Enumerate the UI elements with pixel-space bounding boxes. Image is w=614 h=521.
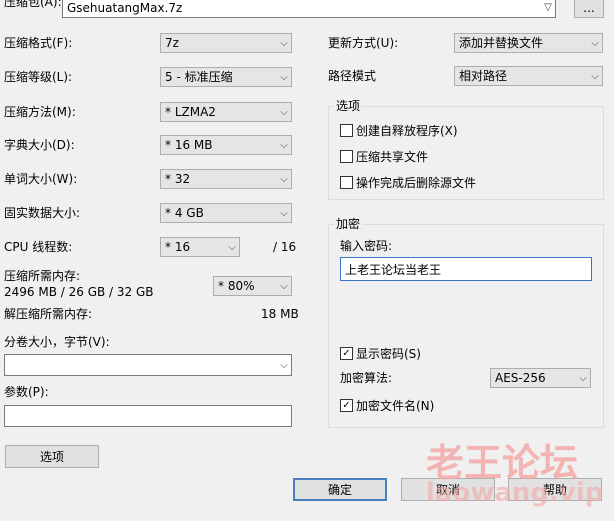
cpu-label: CPU 线程数: <box>4 240 73 254</box>
word-label: 单词大小(W): <box>4 172 78 186</box>
method-combo[interactable]: * LZMA2 ⌵ <box>160 102 292 122</box>
shared-label: 压缩共享文件 <box>356 150 429 164</box>
method-label: 压缩方法(M): <box>4 105 76 119</box>
archive-path-value: GsehuatangMax.7z <box>67 0 183 15</box>
chevron-down-icon: ⌵ <box>280 106 288 118</box>
word-value: * 32 <box>165 172 191 186</box>
delete-checkbox[interactable]: 操作完成后删除源文件 <box>340 174 476 191</box>
split-combo[interactable]: ⌵ <box>4 354 292 376</box>
browse-button[interactable]: ... <box>574 0 604 18</box>
path-combo[interactable]: 相对路径 ⌵ <box>454 66 603 86</box>
update-label: 更新方式(U): <box>328 36 399 50</box>
algo-combo[interactable]: AES-256 ⌵ <box>490 368 591 388</box>
password-label: 输入密码: <box>340 239 393 253</box>
dict-label: 字典大小(D): <box>4 138 75 152</box>
chevron-down-icon: ⌵ <box>280 37 288 49</box>
sfx-checkbox[interactable]: 创建自释放程序(X) <box>340 122 458 139</box>
params-label: 参数(P): <box>4 385 49 399</box>
chevron-down-icon: ⌵ <box>579 372 587 384</box>
show-password-checkbox[interactable]: ✓ 显示密码(S) <box>340 345 421 362</box>
delete-label: 操作完成后删除源文件 <box>356 176 477 190</box>
solid-label: 固实数据大小: <box>4 206 81 220</box>
chevron-down-icon: ⌵ <box>591 70 599 82</box>
show-password-label: 显示密码(S) <box>356 347 421 361</box>
shared-checkbox[interactable]: 压缩共享文件 <box>340 148 428 165</box>
update-combo[interactable]: 添加并替换文件 ⌵ <box>454 33 603 53</box>
mem-combo[interactable]: * 80% ⌵ <box>213 276 292 296</box>
algo-value: AES-256 <box>495 371 546 385</box>
decomp-value: 18 MB <box>261 307 299 321</box>
password-input[interactable]: 上老王论坛当老王 <box>340 257 592 281</box>
cancel-button[interactable]: 取消 <box>401 478 495 501</box>
help-button[interactable]: 帮助 <box>508 478 602 501</box>
chevron-down-icon: ⌵ <box>591 37 599 49</box>
mem-label: 压缩所需内存: <box>4 269 81 283</box>
mem-value: * 80% <box>218 279 255 293</box>
cpu-value: * 16 <box>165 240 191 254</box>
level-combo[interactable]: 5 - 标准压缩 ⌵ <box>160 67 292 87</box>
solid-combo[interactable]: * 4 GB ⌵ <box>160 203 292 223</box>
mem-detail: 2496 MB / 26 GB / 32 GB <box>4 285 154 299</box>
dict-value: * 16 MB <box>165 138 213 152</box>
path-label: 路径模式 <box>328 69 377 83</box>
chevron-down-icon: ⌵ <box>280 280 288 292</box>
solid-value: * 4 GB <box>165 206 204 220</box>
format-value: 7z <box>165 36 179 50</box>
archive-label: 压缩包(A): <box>4 0 62 9</box>
options-group-title: 选项 <box>334 98 363 114</box>
format-combo[interactable]: 7z ⌵ <box>160 33 292 53</box>
options-button[interactable]: 选项 <box>5 445 99 468</box>
check-icon: ✓ <box>340 399 353 412</box>
chevron-down-icon: ▽ <box>544 2 552 13</box>
checkbox-box <box>340 176 353 189</box>
format-label: 压缩格式(F): <box>4 36 73 50</box>
ok-button[interactable]: 确定 <box>293 478 387 501</box>
archive-path-combo[interactable]: GsehuatangMax.7z ▽ <box>62 0 556 18</box>
method-value: * LZMA2 <box>165 105 216 119</box>
level-label: 压缩等级(L): <box>4 70 73 84</box>
dict-combo[interactable]: * 16 MB ⌵ <box>160 135 292 155</box>
encrypt-names-label: 加密文件名(N) <box>356 399 435 413</box>
update-value: 添加并替换文件 <box>459 36 544 50</box>
encrypt-names-checkbox[interactable]: ✓ 加密文件名(N) <box>340 397 434 414</box>
check-icon: ✓ <box>340 347 353 360</box>
cpu-total: / 16 <box>273 240 297 254</box>
level-value: 5 - 标准压缩 <box>165 70 233 84</box>
params-input[interactable] <box>4 405 292 427</box>
cpu-combo[interactable]: * 16 ⌵ <box>160 237 240 257</box>
chevron-down-icon: ⌵ <box>280 71 288 83</box>
sfx-label: 创建自释放程序(X) <box>356 124 458 138</box>
checkbox-box <box>340 150 353 163</box>
chevron-down-icon: ⌵ <box>280 359 288 371</box>
path-value: 相对路径 <box>459 69 508 83</box>
encryption-group-title: 加密 <box>334 216 363 232</box>
checkbox-box <box>340 124 353 137</box>
chevron-down-icon: ⌵ <box>280 139 288 151</box>
algo-label: 加密算法: <box>340 371 393 385</box>
chevron-down-icon: ⌵ <box>280 173 288 185</box>
word-combo[interactable]: * 32 ⌵ <box>160 169 292 189</box>
decomp-label: 解压缩所需内存: <box>4 307 93 321</box>
chevron-down-icon: ⌵ <box>280 207 288 219</box>
split-label: 分卷大小，字节(V): <box>4 335 110 349</box>
chevron-down-icon: ⌵ <box>228 241 236 253</box>
